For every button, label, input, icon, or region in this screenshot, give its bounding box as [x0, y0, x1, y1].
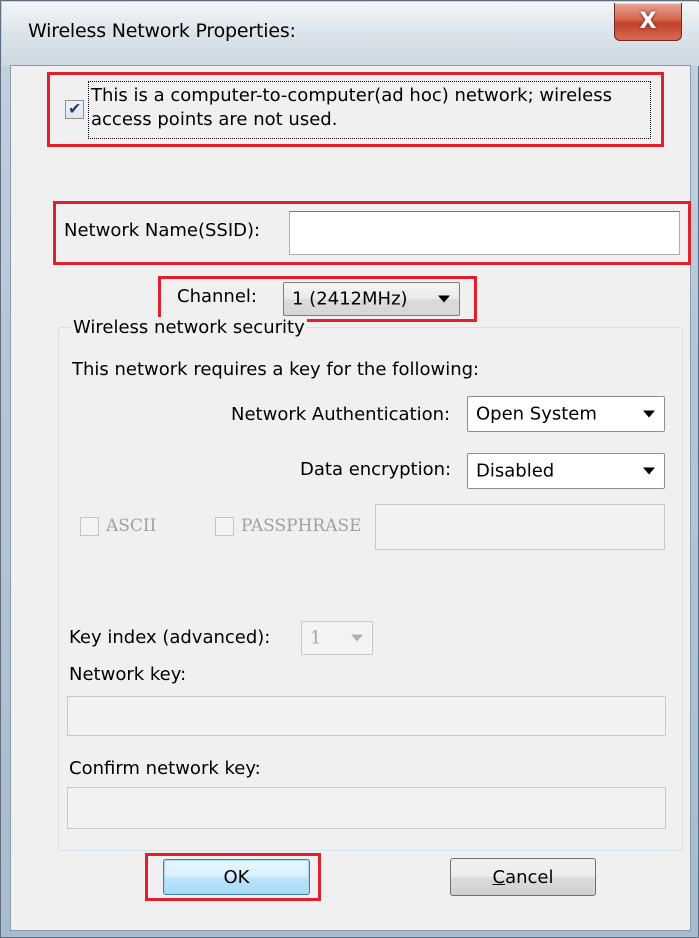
encryption-label: Data encryption: — [300, 459, 452, 480]
security-group-title: Wireless network security — [71, 317, 307, 338]
confirm-key-input[interactable] — [67, 787, 666, 829]
ssid-input[interactable] — [289, 211, 680, 255]
ssid-label: Network Name(SSID): — [64, 220, 261, 241]
chevron-down-icon — [643, 467, 655, 475]
window-title: Wireless Network Properties: — [28, 20, 296, 42]
channel-value: 1 (2412MHz) — [292, 288, 408, 310]
close-button[interactable]: X — [614, 3, 682, 41]
ok-label: OK — [223, 866, 250, 888]
key-index-select[interactable]: 1 — [301, 621, 373, 655]
passphrase-checkbox[interactable] — [215, 517, 234, 536]
key-index-value: 1 — [310, 627, 322, 649]
cancel-label: Cancel — [493, 867, 554, 888]
auth-select[interactable]: Open System — [467, 396, 665, 432]
adhoc-label[interactable]: This is a computer-to-computer(ad hoc) n… — [88, 81, 651, 139]
requires-key-text: This network requires a key for the foll… — [72, 359, 480, 380]
ok-button[interactable]: OK — [163, 859, 310, 895]
adhoc-label-line2: access points are not used. — [91, 109, 338, 130]
auth-value: Open System — [476, 403, 597, 425]
encryption-select[interactable]: Disabled — [467, 453, 665, 489]
ascii-checkbox[interactable] — [80, 517, 99, 536]
network-key-input[interactable] — [67, 696, 666, 736]
channel-select[interactable]: 1 (2412MHz) — [283, 282, 460, 316]
network-key-label: Network key: — [69, 664, 187, 685]
confirm-key-label: Confirm network key: — [69, 758, 261, 779]
ascii-label: ASCII — [106, 516, 157, 536]
chevron-down-icon — [643, 410, 655, 418]
adhoc-label-line1: This is a computer-to-computer(ad hoc) n… — [91, 85, 612, 106]
encryption-value: Disabled — [476, 460, 555, 482]
title-bar[interactable]: Wireless Network Properties: X — [2, 2, 699, 66]
close-icon: X — [639, 9, 657, 34]
key-index-label: Key index (advanced): — [69, 627, 271, 648]
adhoc-checkbox[interactable] — [65, 99, 84, 119]
passphrase-input[interactable] — [375, 504, 665, 550]
dialog-window: Wireless Network Properties: X This is a… — [0, 0, 699, 938]
auth-label: Network Authentication: — [231, 404, 451, 425]
cancel-mnemonic: C — [492, 866, 506, 888]
chevron-down-icon — [351, 634, 363, 642]
channel-label: Channel: — [177, 286, 257, 307]
cancel-label-rest: ancel — [505, 866, 554, 888]
chevron-down-icon — [438, 295, 450, 303]
passphrase-label: PASSPHRASE — [241, 516, 362, 536]
cancel-button[interactable]: Cancel — [450, 858, 596, 896]
